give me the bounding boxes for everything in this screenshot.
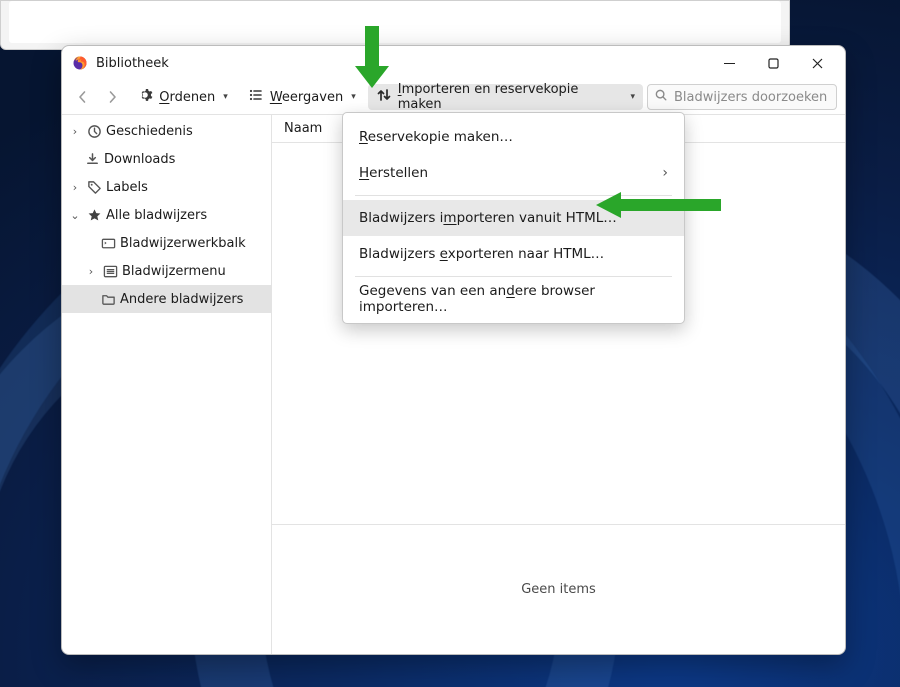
window-title: Bibliotheek: [96, 56, 169, 71]
chevron-down-icon: ▾: [351, 92, 356, 102]
gear-icon: [137, 87, 153, 107]
menu-item-backup[interactable]: Reservekopie maken…: [343, 119, 684, 155]
menu-item-label: Herstellen: [359, 165, 428, 181]
column-header-label: Naam: [284, 121, 322, 136]
menu-item-label: Bladwijzers importeren vanuit HTML…: [359, 210, 617, 226]
chevron-right-icon: ›: [84, 265, 98, 278]
folder-icon: [100, 291, 116, 307]
menu-item-restore[interactable]: Herstellen ›: [343, 155, 684, 191]
forward-button[interactable]: [100, 84, 126, 110]
import-backup-menu: Reservekopie maken… Herstellen › Bladwij…: [342, 112, 685, 324]
sidebar-item-label: Alle bladwijzers: [106, 208, 207, 223]
back-button[interactable]: [70, 84, 96, 110]
submenu-chevron-icon: ›: [662, 165, 668, 181]
toolbar: Ordenen ▾ Weergaven ▾ Importeren en rese…: [62, 80, 845, 114]
background-window: [0, 0, 790, 50]
firefox-icon: [72, 55, 88, 71]
menu-item-label: Gegevens van een andere browser importer…: [359, 283, 668, 315]
organize-button[interactable]: Ordenen ▾: [129, 84, 236, 110]
empty-label: Geen items: [521, 582, 596, 597]
sidebar-item-label: Bladwijzerwerkbalk: [120, 236, 246, 251]
chevron-down-icon: ▾: [223, 92, 228, 102]
views-label: Weergaven: [270, 90, 343, 105]
import-backup-button[interactable]: Importeren en reservekopie maken ▾: [368, 84, 643, 110]
download-icon: [84, 151, 100, 167]
menu-folder-icon: [102, 263, 118, 279]
minimize-button[interactable]: [707, 48, 751, 78]
chevron-down-icon: ▾: [630, 92, 635, 102]
views-button[interactable]: Weergaven ▾: [240, 84, 364, 110]
list-icon: [248, 87, 264, 107]
search-input[interactable]: Bladwijzers doorzoeken: [647, 84, 837, 110]
sidebar-item-bookmarks-toolbar[interactable]: Bladwijzerwerkbalk: [62, 229, 271, 257]
sidebar-item-label: Geschiedenis: [106, 124, 193, 139]
sidebar-item-bookmarks-menu[interactable]: › Bladwijzermenu: [62, 257, 271, 285]
menu-item-export-html[interactable]: Bladwijzers exporteren naar HTML…: [343, 236, 684, 272]
sidebar-item-label: Labels: [106, 180, 148, 195]
search-icon: [654, 88, 668, 106]
sidebar-item-label: Andere bladwijzers: [120, 292, 243, 307]
organize-label: Ordenen: [159, 90, 215, 105]
star-icon: [86, 207, 102, 223]
search-placeholder: Bladwijzers doorzoeken: [674, 90, 827, 105]
sidebar-item-other-bookmarks[interactable]: Andere bladwijzers: [62, 285, 271, 313]
sidebar-item-downloads[interactable]: Downloads: [62, 145, 271, 173]
menu-item-import-html[interactable]: Bladwijzers importeren vanuit HTML…: [343, 200, 684, 236]
import-export-icon: [376, 87, 392, 107]
sidebar-item-history[interactable]: › Geschiedenis: [62, 117, 271, 145]
sidebar-item-label: Bladwijzermenu: [122, 264, 226, 279]
chevron-right-icon: ›: [68, 125, 82, 138]
sidebar-item-label: Downloads: [104, 152, 175, 167]
sidebar: › Geschiedenis Downloads › Labels: [62, 115, 272, 654]
close-button[interactable]: [795, 48, 839, 78]
clock-icon: [86, 123, 102, 139]
menu-separator: [355, 195, 672, 196]
menu-item-import-other-browser[interactable]: Gegevens van een andere browser importer…: [343, 281, 684, 317]
menu-item-label: Reservekopie maken…: [359, 129, 513, 145]
import-backup-label: Importeren en reservekopie maken: [398, 82, 623, 112]
sidebar-item-labels[interactable]: › Labels: [62, 173, 271, 201]
sidebar-item-all-bookmarks[interactable]: ⌄ Alle bladwijzers: [62, 201, 271, 229]
titlebar[interactable]: Bibliotheek: [62, 46, 845, 80]
chevron-down-icon: ⌄: [68, 209, 82, 222]
maximize-button[interactable]: [751, 48, 795, 78]
menu-item-label: Bladwijzers exporteren naar HTML…: [359, 246, 604, 262]
details-pane: Geen items: [272, 524, 845, 654]
menu-separator: [355, 276, 672, 277]
toolbar-folder-icon: [100, 235, 116, 251]
chevron-right-icon: ›: [68, 181, 82, 194]
tag-icon: [86, 179, 102, 195]
